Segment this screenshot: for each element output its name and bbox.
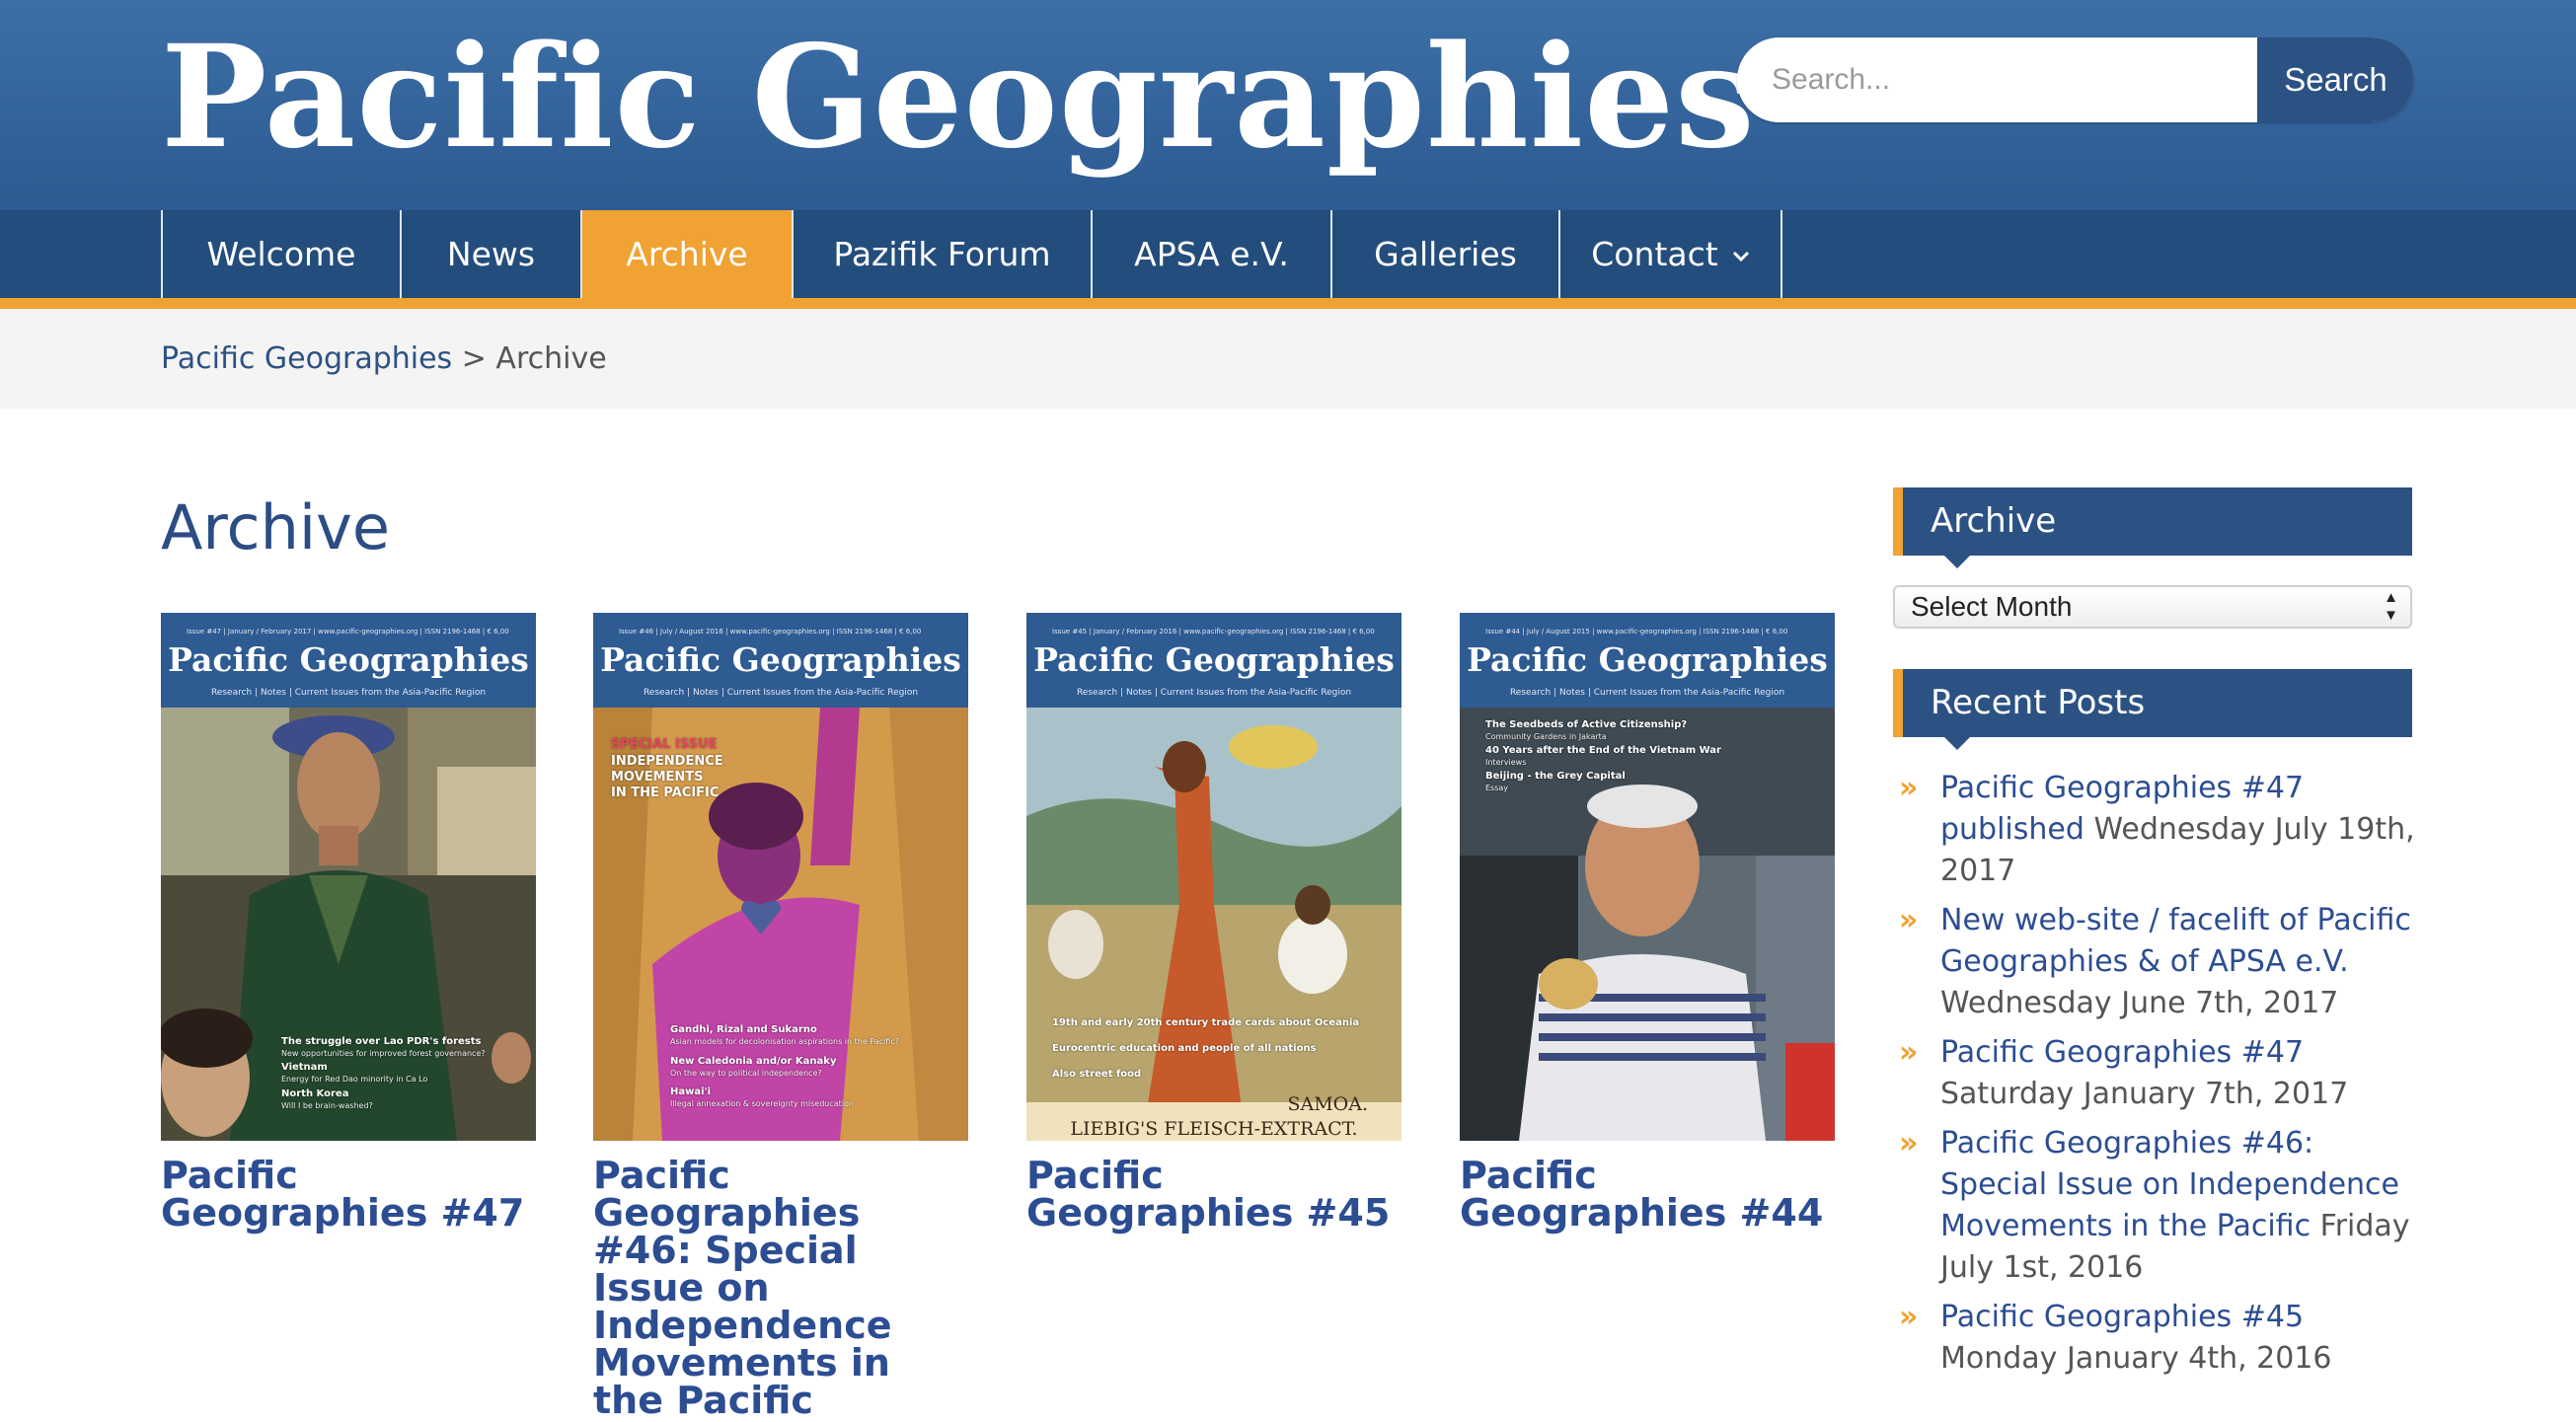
cover-subline: Community Gardens in Jakarta [1485,732,1607,741]
recent-posts-heading: Recent Posts [1893,669,2412,750]
issue-title-link[interactable]: Pacific Geographies #44 [1460,1157,1835,1232]
issue-cover[interactable]: Issue #47 | January / February 2017 | ww… [161,613,536,1141]
select-arrows-icon: ▲ ▼ [2384,589,2398,624]
breadcrumb-current: Archive [495,341,607,376]
cover-headline: Hawai'i [670,1086,712,1097]
cover-headline: 19th and early 20th century trade cards … [1052,1017,1360,1028]
cover-headline: Beijing - the Grey Capital [1485,771,1626,782]
cover-subline: Asian models for decolonisation aspirati… [670,1037,899,1046]
cover-headline: Also street food [1052,1069,1142,1080]
list-item: » New web-site / facelift of Pacific Geo… [1893,900,2426,1024]
breadcrumb-separator: > [461,341,487,376]
recent-post-date: Wednesday June 7th, 2017 [1940,986,2339,1020]
trade-card-brand: LIEBIG'S FLEISCH-EXTRACT. [1070,1118,1358,1140]
cover-headline: The struggle over Lao PDR's forests [281,1036,482,1047]
double-chevron-right-icon: » [1899,771,1919,805]
cover-subline: Illegal annexation & sovereignty miseduc… [670,1099,854,1108]
cover-headline: The Seedbeds of Active Citizenship? [1485,719,1688,730]
recent-post-date: Monday January 4th, 2016 [1940,1341,2332,1376]
nav-item-archive[interactable]: Archive [580,210,792,298]
issue-title-link[interactable]: Pacific Geographies #46: Special Issue o… [593,1157,968,1419]
nav-item-contact-label: Contact [1591,235,1718,273]
nav-item-galleries[interactable]: Galleries [1330,210,1558,298]
cover-special-title: MOVEMENTS [611,770,704,785]
double-chevron-right-icon: » [1899,1126,1919,1160]
cover-headlines: SPECIAL ISSUE INDEPENDENCE MOVEMENTS IN … [593,613,968,1141]
nav-accent-bar [0,298,2576,309]
nav-item-pazifik-forum[interactable]: Pazifik Forum [792,210,1091,298]
cover-subline: On the way to political independence? [670,1069,822,1078]
heading-notch [1944,737,1970,750]
double-chevron-right-icon: » [1899,1035,1919,1070]
cover-headlines: The struggle over Lao PDR's forests New … [161,613,536,1141]
cover-special-title: INDEPENDENCE [611,754,723,769]
cover-headline: Vietnam [281,1062,328,1073]
double-chevron-right-icon: » [1899,1300,1919,1334]
nav-item-contact[interactable]: Contact [1558,210,1780,298]
cover-headline: 40 Years after the End of the Vietnam Wa… [1485,745,1721,756]
cover-headlines: The Seedbeds of Active Citizenship? Comm… [1460,613,1835,1141]
search-input[interactable] [1737,37,2257,122]
issue-title-link[interactable]: Pacific Geographies #47 [161,1157,536,1232]
main-nav: Welcome News Archive Pazifik Forum APSA … [0,210,2576,298]
chevron-down-icon [1732,211,1750,299]
cover-headline: Gandhi, Rizal and Sukarno [670,1024,817,1035]
issue-title-link[interactable]: Pacific Geographies #45 [1026,1157,1402,1232]
cover-special-label: SPECIAL ISSUE [611,737,718,752]
archive-widget-heading: Archive [1893,487,2412,568]
cover-subline: Essay [1485,784,1509,792]
breadcrumb-bar: Pacific Geographies > Archive [0,309,2576,409]
page-title: Archive [161,491,390,563]
archive-month-select[interactable]: Select Month ▲ ▼ [1893,585,2412,629]
recent-post-link[interactable]: Pacific Geographies #47 [1940,1035,2304,1070]
cover-headline: North Korea [281,1088,349,1099]
site-header: Pacific Geographies Search [0,0,2576,210]
select-month-label: Select Month [1911,591,2073,622]
list-item: » Pacific Geographies #47 published Wedn… [1893,768,2426,892]
nav-divider [1780,210,1782,298]
issue-cover[interactable]: Issue #44 | July / August 2015 | www.pac… [1460,613,1835,1141]
heading-notch [1944,556,1970,568]
nav-item-apsa[interactable]: APSA e.V. [1091,210,1330,298]
search-form: Search [1737,37,2414,122]
double-chevron-right-icon: » [1899,903,1919,937]
cover-subline: Will I be brain-washed? [281,1101,373,1110]
recent-post-link[interactable]: Pacific Geographies #45 [1940,1300,2304,1334]
recent-posts-title: Recent Posts [1931,683,2146,722]
cover-subline: Energy for Red Dao minority in Ca Lo [281,1075,428,1084]
trade-card-caption: SAMOA. [1287,1093,1368,1115]
list-item: » Pacific Geographies #46: Special Issue… [1893,1123,2426,1289]
cover-special-title: IN THE PACIFIC [611,786,720,800]
breadcrumb: Pacific Geographies > Archive [161,309,607,409]
cover-headlines: 19th and early 20th century trade cards … [1026,613,1402,1141]
list-item: » Pacific Geographies #45 Monday January… [1893,1297,2426,1380]
cover-subline: Interviews [1485,758,1527,767]
issue-cover[interactable]: Issue #45 | January / February 2016 | ww… [1026,613,1402,1141]
archive-widget-title: Archive [1931,501,2057,541]
recent-posts-list: » Pacific Geographies #47 published Wedn… [1893,768,2426,1387]
cover-headline: Eurocentric education and people of all … [1052,1043,1317,1054]
list-item: » Pacific Geographies #47 Saturday Janua… [1893,1032,2426,1115]
breadcrumb-home[interactable]: Pacific Geographies [161,341,452,376]
search-button[interactable]: Search [2257,37,2414,122]
site-title[interactable]: Pacific Geographies [161,18,1756,176]
cover-subline: New opportunities for improved forest go… [281,1049,486,1058]
recent-post-link[interactable]: New web-site / facelift of Pacific Geogr… [1940,903,2411,979]
nav-item-news[interactable]: News [400,210,580,298]
cover-headline: New Caledonia and/or Kanaky [670,1056,837,1067]
nav-item-welcome[interactable]: Welcome [161,210,400,298]
issue-cover[interactable]: Issue #46 | July / August 2016 | www.pac… [593,613,968,1141]
recent-post-date: Saturday January 7th, 2017 [1940,1077,2349,1111]
